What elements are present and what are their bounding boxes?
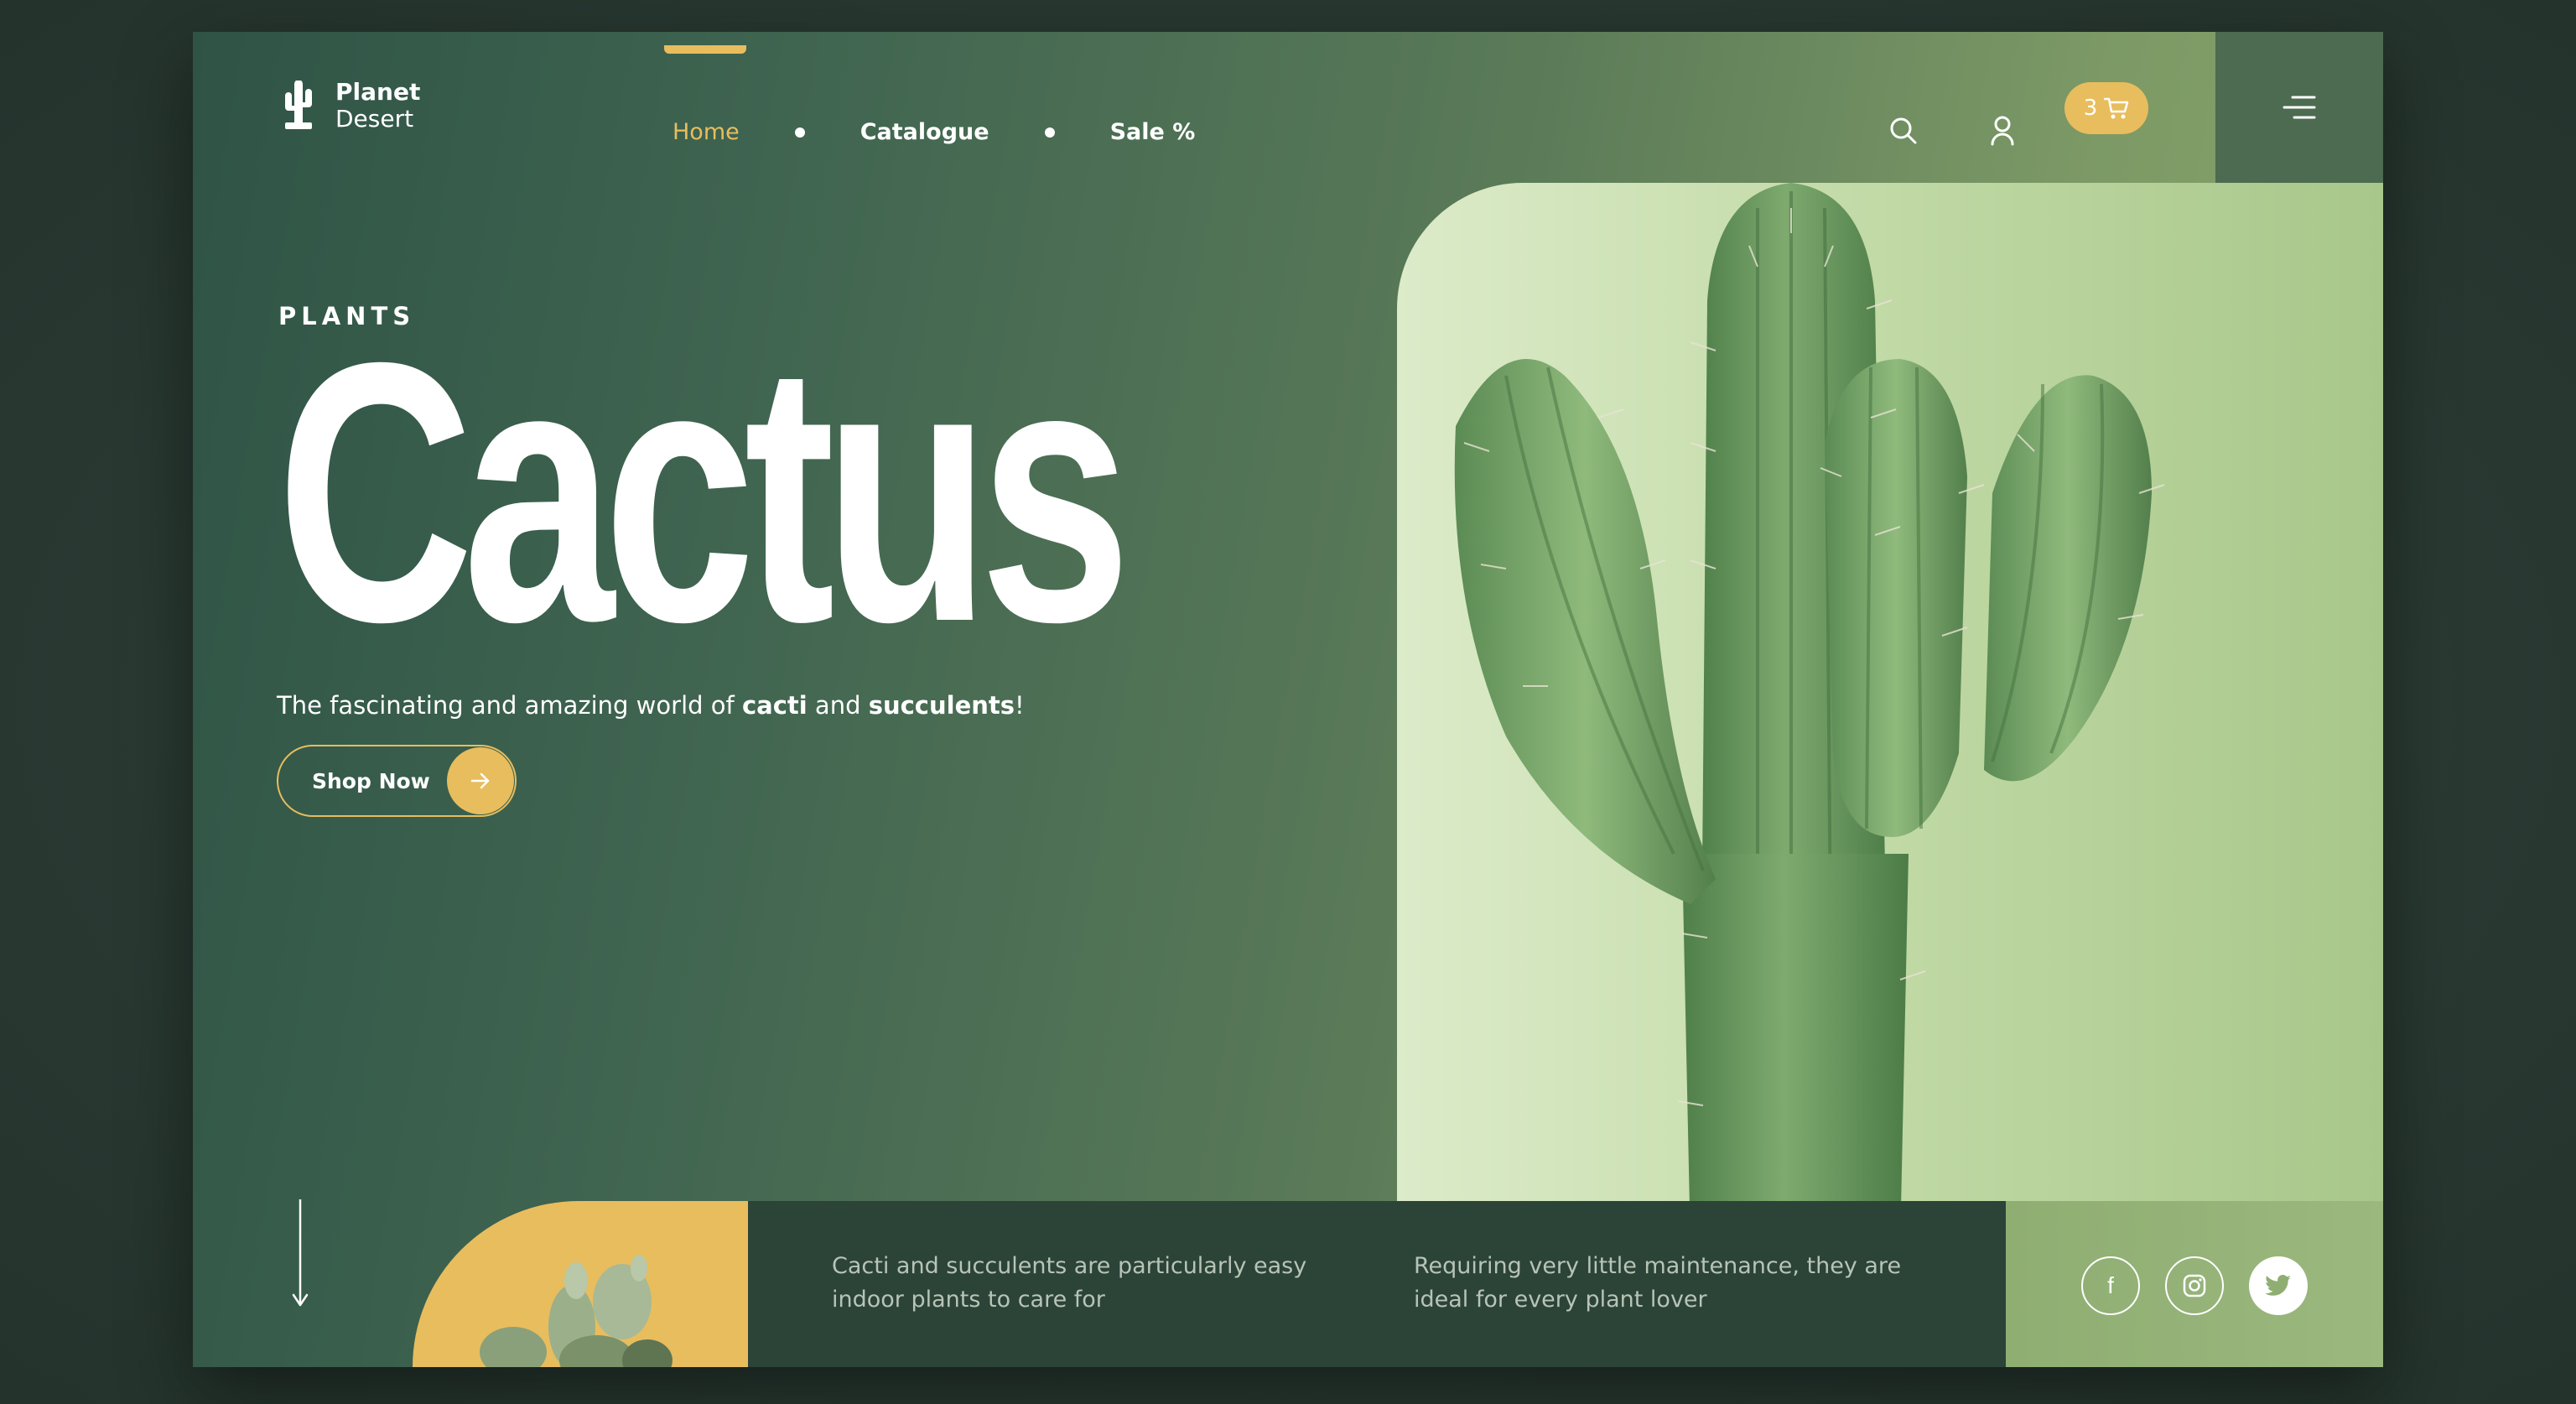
cart-button[interactable]: 3 bbox=[2064, 82, 2148, 134]
info-text-1: Cacti and succulents are particularly ea… bbox=[832, 1253, 1307, 1313]
brand-name: Planet Desert bbox=[335, 79, 420, 133]
scroll-down-arrow-icon[interactable] bbox=[290, 1199, 310, 1308]
brand-line-1: Planet bbox=[335, 78, 421, 106]
facebook-glyph: f bbox=[2107, 1272, 2114, 1298]
twitter-icon[interactable] bbox=[2249, 1256, 2308, 1315]
nav-separator bbox=[794, 127, 805, 138]
nav-sale[interactable]: Sale % bbox=[1110, 119, 1196, 145]
menu-button[interactable] bbox=[2215, 32, 2383, 183]
nav-catalogue[interactable]: Catalogue bbox=[860, 119, 989, 145]
header-actions bbox=[1887, 114, 2019, 148]
cart-count: 3 bbox=[2083, 96, 2098, 121]
cactus-image bbox=[1454, 183, 2165, 1233]
info-text-2: Requiring very little maintenance, they … bbox=[1414, 1253, 1902, 1313]
nav-home[interactable]: Home bbox=[664, 45, 746, 145]
subtitle-text: and bbox=[807, 691, 869, 720]
cart-icon bbox=[2104, 97, 2129, 119]
facebook-icon[interactable]: f bbox=[2081, 1256, 2140, 1315]
cactus-logo-icon bbox=[285, 81, 312, 129]
subtitle-emphasis-cacti: cacti bbox=[741, 691, 808, 720]
succulent-thumbnail bbox=[413, 1201, 748, 1367]
brand-line-2: Desert bbox=[335, 105, 414, 133]
shop-now-label: Shop Now bbox=[312, 768, 430, 793]
subtitle-emphasis-succulents: succulents bbox=[868, 691, 1015, 720]
menu-icon bbox=[2283, 96, 2316, 119]
subtitle-text: ! bbox=[1015, 691, 1025, 720]
nav-separator bbox=[1044, 127, 1055, 138]
hero-title: Cactus bbox=[277, 287, 1131, 699]
hero-image-panel bbox=[1397, 183, 2383, 1233]
hero-subtitle: The fascinating and amazing world of cac… bbox=[277, 691, 1025, 720]
main-nav: Home Catalogue Sale % bbox=[664, 45, 1196, 145]
arrow-right-icon bbox=[447, 747, 514, 814]
brand-logo[interactable]: Planet Desert bbox=[280, 79, 420, 133]
search-icon[interactable] bbox=[1887, 114, 1920, 148]
succulent-image bbox=[480, 1255, 673, 1367]
instagram-icon[interactable] bbox=[2165, 1256, 2224, 1315]
shop-now-button[interactable]: Shop Now bbox=[277, 745, 517, 817]
landing-page: Planet Desert Home Catalogue Sale % 3 PL… bbox=[193, 32, 2383, 1367]
subtitle-text: The fascinating and amazing world of bbox=[277, 691, 742, 720]
user-icon[interactable] bbox=[1986, 114, 2019, 148]
